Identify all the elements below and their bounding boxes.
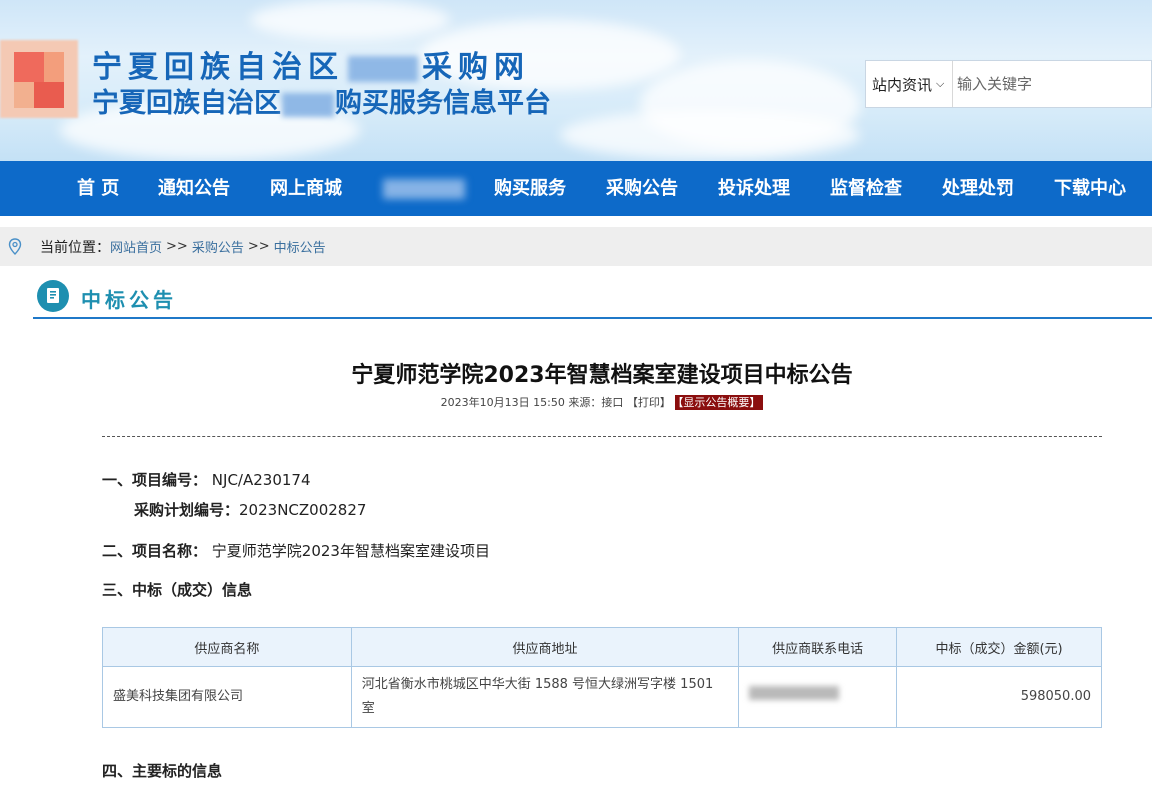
nav-notices[interactable]: 通知公告: [158, 161, 230, 216]
article-title: 宁夏师范学院2023年智慧档案室建设项目中标公告: [351, 363, 853, 388]
breadcrumb-label: 当前位置：: [40, 239, 110, 256]
location-pin-icon: [8, 237, 22, 255]
nav-redacted[interactable]: [383, 179, 465, 199]
search-scope-select[interactable]: 站内资讯 ⌵: [866, 61, 953, 107]
nav-online-mall[interactable]: 网上商城: [270, 161, 342, 216]
col-supplier-phone: 供应商联系电话: [738, 627, 898, 667]
article-meta: 2023年10月13日 15:50 来源：接口 【打印】 【显示公告概要】: [0, 394, 1152, 410]
nav-procurement-notices[interactable]: 采购公告: [606, 161, 678, 216]
supplier-table: 供应商名称 供应商地址 供应商联系电话 中标（成交）金额(元) 盛美科技集团有限…: [102, 627, 1102, 728]
breadcrumb-separator: >>: [166, 239, 188, 254]
col-award-amount: 中标（成交）金额(元): [896, 627, 1102, 667]
section-header: 中标公告: [33, 276, 1152, 319]
plan-number-row: 采购计划编号：2023NCZ002827: [134, 499, 366, 520]
divider: [102, 436, 1102, 437]
breadcrumb-procurement[interactable]: 采购公告: [192, 237, 244, 256]
supplier-name: 盛美科技集团有限公司: [102, 666, 352, 728]
table-row: 盛美科技集团有限公司 河北省衡水市桃城区中华大街 1588 号恒大绿洲写字楼 1…: [102, 666, 1102, 728]
document-icon: [37, 280, 69, 312]
nav-home[interactable]: 首 页: [77, 161, 119, 216]
redacted-phone: [749, 686, 840, 700]
supplier-address: 河北省衡水市桃城区中华大街 1588 号恒大绿洲写字楼 1501 室: [350, 666, 740, 728]
project-name-row: 二、项目名称： 宁夏师范学院2023年智慧档案室建设项目: [102, 540, 490, 561]
breadcrumb-award[interactable]: 中标公告: [274, 237, 326, 256]
redacted-text: [348, 55, 418, 82]
project-number: NJC/A230174: [211, 471, 311, 489]
col-supplier-name: 供应商名称: [102, 627, 352, 667]
section-3-heading: 三、中标（成交）信息: [102, 579, 252, 600]
project-number-label: 一、项目编号：: [102, 471, 208, 489]
nav-supervision[interactable]: 监督检查: [830, 161, 902, 216]
nav-downloads[interactable]: 下载中心: [1054, 161, 1126, 216]
site-title-primary: 宁夏回族自治区 采购网: [92, 50, 530, 85]
site-title-secondary: 宁夏回族自治区 购买服务信息平台: [92, 88, 551, 119]
chevron-down-icon: ⌵: [936, 77, 945, 90]
main-item-heading: 四、主要标的信息: [102, 762, 223, 780]
article-meta-text[interactable]: 2023年10月13日 15:50 来源：接口 【打印】: [441, 396, 671, 409]
nav-penalties[interactable]: 处理处罚: [942, 161, 1014, 216]
plan-number: 2023NCZ002827: [239, 501, 367, 519]
breadcrumb-separator: >>: [247, 239, 270, 254]
table-header-row: 供应商名称 供应商地址 供应商联系电话 中标（成交）金额(元): [102, 627, 1102, 667]
section-4-heading: 四、主要标的信息: [102, 760, 222, 781]
site-logo[interactable]: [0, 40, 78, 118]
nav-purchase-services[interactable]: 购买服务: [494, 161, 566, 216]
plan-number-label: 采购计划编号：: [134, 501, 240, 519]
project-name: 宁夏师范学院2023年智慧档案室建设项目: [211, 542, 490, 560]
search-input[interactable]: [953, 61, 1151, 107]
redacted-text: [282, 92, 334, 117]
project-number-row: 一、项目编号： NJC/A230174: [102, 469, 311, 490]
site-search: 站内资讯 ⌵: [865, 60, 1152, 108]
award-amount: 598050.00: [896, 666, 1102, 728]
section-title: 中标公告: [81, 288, 177, 312]
nav-complaints[interactable]: 投诉处理: [718, 161, 790, 216]
col-supplier-address: 供应商地址: [350, 627, 740, 667]
breadcrumb: 当前位置： 网站首页 >> 采购公告 >> 中标公告: [0, 227, 1152, 266]
main-nav: 首 页 通知公告 网上商城 购买服务 采购公告 投诉处理 监督检查 处理处罚 下…: [0, 161, 1152, 216]
supplier-phone: [738, 666, 898, 728]
project-name-label: 二、项目名称：: [102, 542, 208, 560]
award-info-heading: 三、中标（成交）信息: [102, 581, 253, 599]
site-header: 宁夏回族自治区 采购网 宁夏回族自治区 购买服务信息平台 站内资讯 ⌵: [0, 0, 1152, 161]
breadcrumb-home[interactable]: 网站首页: [110, 237, 162, 256]
show-summary-button[interactable]: 【显示公告概要】: [674, 395, 764, 410]
